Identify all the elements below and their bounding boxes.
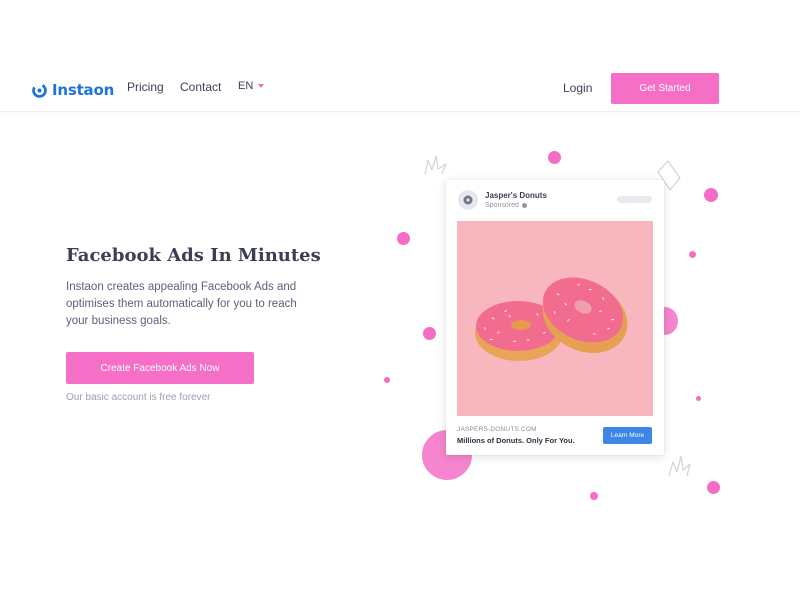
decorative-dot	[707, 481, 720, 494]
sketch-sparkle-icon	[668, 455, 691, 477]
logo[interactable]: Instaon	[31, 79, 114, 101]
decorative-dot	[397, 232, 410, 245]
decorative-dot	[384, 377, 390, 383]
get-started-button[interactable]: Get Started	[611, 73, 719, 104]
decorative-dot	[423, 327, 436, 340]
ad-image-donuts	[457, 221, 653, 416]
learn-more-button[interactable]: Learn More	[603, 427, 652, 444]
ad-headline: Millions of Donuts. Only For You.	[457, 436, 575, 445]
sponsored-text: Sponsored	[485, 202, 519, 209]
donut-avatar-icon	[458, 190, 478, 210]
create-facebook-ads-button[interactable]: Create Facebook Ads Now	[66, 352, 254, 384]
language-label: EN	[238, 80, 254, 92]
instaon-logo-icon	[32, 82, 47, 98]
free-account-note: Our basic account is free forever	[66, 392, 211, 403]
facebook-ad-preview-card: Jasper's Donuts Sponsored JASPERS-DONUTS…	[446, 180, 664, 455]
nav-link-pricing[interactable]: Pricing	[127, 80, 164, 94]
nav-link-contact[interactable]: Contact	[180, 80, 221, 94]
decorative-dot	[696, 396, 701, 401]
ad-page-name: Jasper's Donuts	[485, 191, 547, 200]
decorative-dot	[590, 492, 598, 500]
caret-down-icon	[258, 84, 265, 88]
ad-sponsored-label: Sponsored	[485, 202, 527, 209]
language-selector[interactable]: EN	[238, 80, 265, 92]
decorative-dot	[689, 251, 696, 258]
top-navigation-bar: Instaon Pricing Contact EN Login Get Sta…	[0, 60, 800, 112]
decorative-dot	[548, 151, 561, 164]
login-link[interactable]: Login	[563, 81, 592, 95]
donuts-illustration	[475, 277, 628, 361]
decorative-dot	[704, 188, 718, 202]
globe-icon	[521, 203, 527, 208]
hero-description: Instaon creates appealing Facebook Ads a…	[66, 281, 297, 327]
hero-title: Facebook Ads In Minutes	[66, 245, 321, 266]
logo-text: Instaon	[52, 81, 115, 99]
sketch-sparkle-icon	[424, 155, 447, 175]
ad-options-placeholder	[617, 196, 652, 203]
ad-domain: JASPERS-DONUTS.COM	[457, 426, 537, 433]
